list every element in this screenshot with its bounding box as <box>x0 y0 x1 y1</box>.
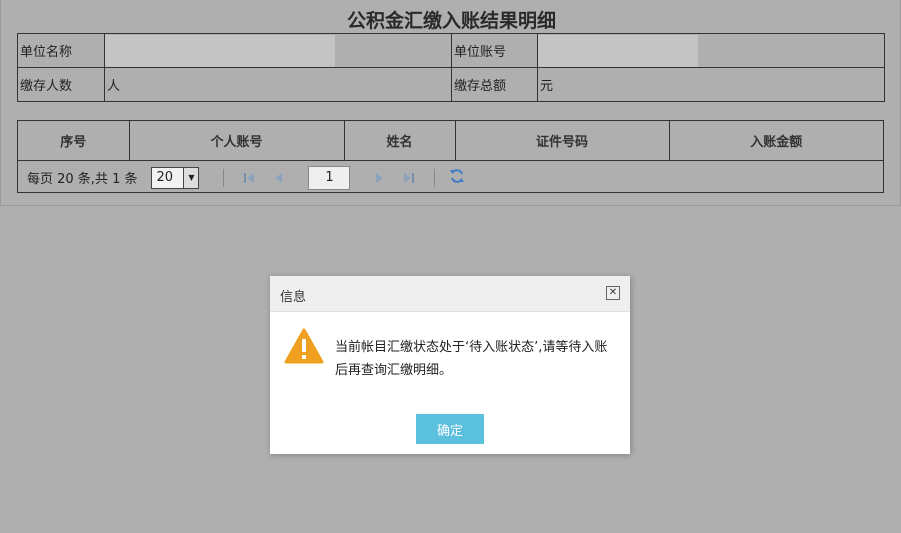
page-size-select[interactable]: 20 ▼ <box>151 166 200 189</box>
unit-account-label: 单位账号 <box>451 33 538 68</box>
grid-header: 序号 个人账号 姓名 证件号码 入账金额 <box>18 121 883 161</box>
count-value: 人 <box>104 67 452 102</box>
page-title: 公积金汇缴入账结果明细 <box>346 10 556 32</box>
last-page-icon[interactable] <box>400 169 418 187</box>
page-summary: 每页 20 条,共 1 条 <box>27 172 138 187</box>
chevron-down-icon[interactable]: ▼ <box>183 167 199 188</box>
unit-name-label: 单位名称 <box>17 33 105 68</box>
first-page-icon[interactable] <box>240 169 258 187</box>
info-table: 单位名称 单位账号 缴存人数 人 缴存总额 元 <box>17 33 885 102</box>
unit-account-value <box>537 33 885 68</box>
dialog-message: 当前帐目汇缴状态处于‘待入账状态’,请等待入账后再查询汇缴明细。 <box>335 340 608 378</box>
column-header-seq[interactable]: 序号 <box>18 121 130 161</box>
column-header-account[interactable]: 个人账号 <box>129 121 345 161</box>
dialog-title: 信息 <box>280 290 307 305</box>
column-header-amount[interactable]: 入账金额 <box>669 121 883 161</box>
current-page-input[interactable]: 1 <box>308 165 351 190</box>
close-icon[interactable]: ✕ <box>606 286 620 300</box>
pager-divider <box>223 168 225 187</box>
pagination-bar: 每页 20 条,共 1 条 20 ▼ 1 <box>18 161 883 194</box>
total-value: 元 <box>537 67 885 102</box>
unit-name-value <box>104 33 452 68</box>
page-size-value: 20 <box>156 170 174 185</box>
next-page-icon[interactable] <box>370 169 388 187</box>
detail-grid: 序号 个人账号 姓名 证件号码 入账金额 每页 20 条,共 1 条 20 ▼ … <box>17 120 884 193</box>
column-header-name[interactable]: 姓名 <box>344 121 456 161</box>
ok-button[interactable]: 确定 <box>416 414 484 444</box>
column-header-id-number[interactable]: 证件号码 <box>455 121 670 161</box>
total-label: 缴存总额 <box>451 67 538 102</box>
refresh-icon[interactable] <box>449 168 465 188</box>
warning-icon <box>284 328 324 368</box>
dialog-header: 信息 ✕ <box>270 276 630 312</box>
main-page: 公积金汇缴入账结果明细 单位名称 单位账号 缴存人数 人 缴存总额 元 序号 个… <box>0 0 901 206</box>
info-dialog: 信息 ✕ 当前帐目汇缴状态处于‘待入账状态’,请等待入账后再查询汇缴明细。 确定 <box>270 276 630 454</box>
prev-page-icon[interactable] <box>270 169 288 187</box>
count-label: 缴存人数 <box>17 67 105 102</box>
pager-divider <box>434 168 436 187</box>
